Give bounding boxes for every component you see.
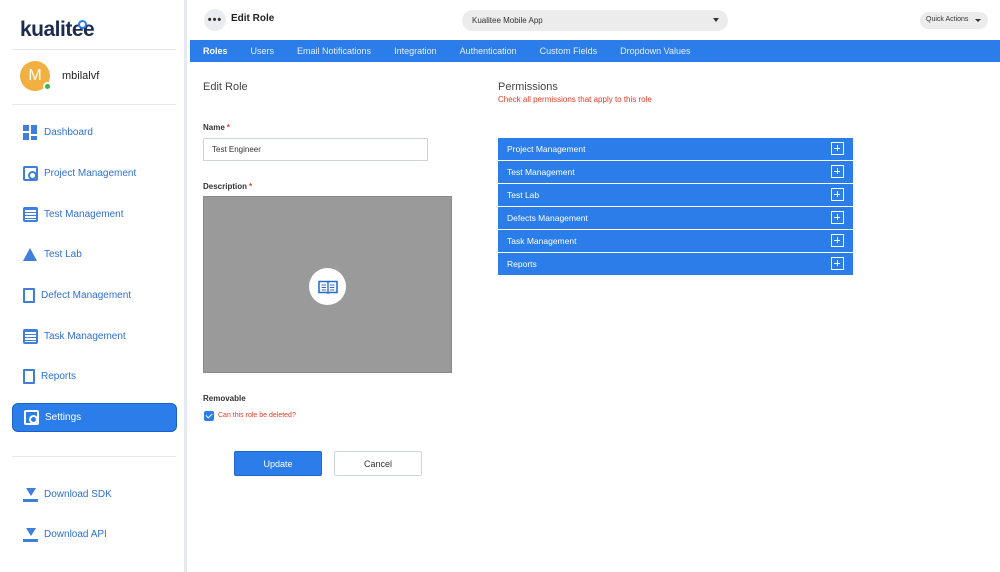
sidebar-item-download-sdk[interactable]: Download SDK	[12, 480, 177, 509]
required-marker: *	[249, 182, 253, 191]
tab-dropdown-values[interactable]: Dropdown Values	[620, 46, 690, 56]
tab-integration[interactable]: Integration	[394, 46, 437, 56]
chevron-down-icon	[975, 19, 981, 22]
sidebar-item-reports[interactable]: Reports	[12, 362, 177, 391]
book-icon[interactable]	[309, 268, 346, 305]
sidebar-item-label: Download SDK	[44, 489, 112, 500]
tab-users[interactable]: Users	[251, 46, 275, 56]
project-management-icon	[23, 166, 38, 181]
book-icon-svg	[317, 280, 338, 294]
test-management-icon	[23, 207, 38, 222]
sidebar-item-label: Download API	[44, 529, 107, 540]
chevron-down-icon	[713, 18, 719, 22]
tab-custom-fields[interactable]: Custom Fields	[540, 46, 598, 56]
permission-group-test-lab[interactable]: Test Lab	[498, 184, 853, 206]
permission-group-project-management[interactable]: Project Management	[498, 138, 853, 160]
page-title: Edit Role	[231, 13, 275, 24]
sidebar-item-label: Task Management	[44, 331, 126, 342]
sidebar-item-download-api[interactable]: Download API	[12, 520, 177, 549]
flask-icon	[23, 248, 37, 261]
permissions-subtitle: Check all permissions that apply to this…	[498, 95, 652, 104]
tab-authentication[interactable]: Authentication	[460, 46, 517, 56]
top-bar: ••• Edit Role Kualitee Mobile App Quick …	[190, 0, 1000, 40]
expand-plus-icon[interactable]	[831, 234, 844, 247]
permission-group-test-management[interactable]: Test Management	[498, 161, 853, 183]
description-label: Description *	[203, 182, 252, 191]
permission-group-task-management[interactable]: Task Management	[498, 230, 853, 252]
sidebar-item-settings[interactable]: Settings	[12, 403, 177, 432]
update-button[interactable]: Update	[234, 451, 322, 476]
sidebar-item-label: Dashboard	[44, 127, 93, 138]
reports-icon	[23, 369, 35, 384]
dashboard-icon	[23, 125, 38, 140]
app-root: kualitee M mbilalvf Dashboard Project Ma…	[0, 0, 1000, 572]
settings-icon	[24, 410, 39, 425]
permission-group-label: Task Management	[507, 236, 577, 246]
avatar[interactable]: M	[20, 61, 52, 91]
more-options-button[interactable]: •••	[204, 9, 226, 31]
sidebar-item-test-lab[interactable]: Test Lab	[12, 240, 177, 269]
download-icon	[23, 487, 38, 502]
sidebar-divider	[12, 49, 176, 50]
permission-group-label: Test Management	[507, 167, 575, 177]
sidebar-item-project-management[interactable]: Project Management	[12, 159, 177, 188]
sidebar-item-label: Test Lab	[44, 249, 82, 260]
sidebar-item-label: Defect Management	[41, 290, 132, 301]
sidebar-item-dashboard[interactable]: Dashboard	[12, 118, 177, 147]
permissions-list: Project Management Test Management Test …	[498, 138, 853, 276]
removable-checkbox[interactable]	[204, 411, 214, 421]
username: mbilalvf	[62, 70, 100, 82]
permission-group-label: Test Lab	[507, 190, 540, 200]
description-editor[interactable]	[203, 196, 452, 373]
permission-group-label: Defects Management	[507, 213, 588, 223]
expand-plus-icon[interactable]	[831, 188, 844, 201]
removable-question: Can this role be deleted?	[218, 412, 296, 419]
defect-icon	[23, 288, 35, 303]
expand-plus-icon[interactable]	[831, 165, 844, 178]
download-icon	[23, 527, 38, 542]
logo-mark-icon	[78, 20, 87, 29]
expand-plus-icon[interactable]	[831, 211, 844, 224]
permission-group-reports[interactable]: Reports	[498, 253, 853, 275]
sidebar-divider	[12, 456, 176, 457]
expand-plus-icon[interactable]	[831, 257, 844, 270]
sidebar: kualitee M mbilalvf Dashboard Project Ma…	[0, 0, 187, 572]
tab-email-notifications[interactable]: Email Notifications	[297, 46, 371, 56]
sidebar-item-label: Settings	[45, 412, 82, 423]
permissions-title: Permissions	[498, 81, 558, 93]
tab-roles[interactable]: Roles	[203, 46, 228, 56]
sidebar-item-label: Reports	[41, 371, 77, 382]
project-selector-value: Kualitee Mobile App	[472, 16, 543, 25]
required-marker: *	[226, 123, 230, 132]
online-status-icon	[43, 82, 52, 91]
settings-tabs: Roles Users Email Notifications Integrat…	[190, 40, 1000, 62]
task-icon	[23, 329, 38, 344]
quick-actions-dropdown[interactable]: Quick Actions	[920, 12, 988, 29]
sidebar-divider	[12, 104, 176, 105]
permission-group-defects-management[interactable]: Defects Management	[498, 207, 853, 229]
sidebar-item-task-management[interactable]: Task Management	[12, 322, 177, 351]
name-input[interactable]: Test Engineer	[203, 138, 428, 161]
permission-group-label: Reports	[507, 259, 537, 269]
removable-label: Removable	[203, 394, 246, 403]
expand-plus-icon[interactable]	[831, 142, 844, 155]
kualitee-logo[interactable]: kualitee	[20, 18, 95, 42]
form-section-title: Edit Role	[203, 81, 248, 93]
quick-actions-label: Quick Actions	[926, 16, 969, 23]
description-label-text: Description	[203, 182, 248, 191]
sidebar-item-label: Test Management	[44, 209, 124, 220]
sidebar-item-label: Project Management	[44, 168, 137, 179]
permission-group-label: Project Management	[507, 144, 586, 154]
sidebar-item-test-management[interactable]: Test Management	[12, 200, 177, 229]
cancel-button[interactable]: Cancel	[334, 451, 422, 476]
user-profile[interactable]: M mbilalvf	[20, 61, 99, 91]
project-selector[interactable]: Kualitee Mobile App	[462, 10, 728, 31]
name-label-text: Name	[203, 123, 225, 132]
name-label: Name *	[203, 123, 230, 132]
avatar-initial: M	[28, 67, 42, 84]
sidebar-item-defect-management[interactable]: Defect Management	[12, 281, 177, 310]
